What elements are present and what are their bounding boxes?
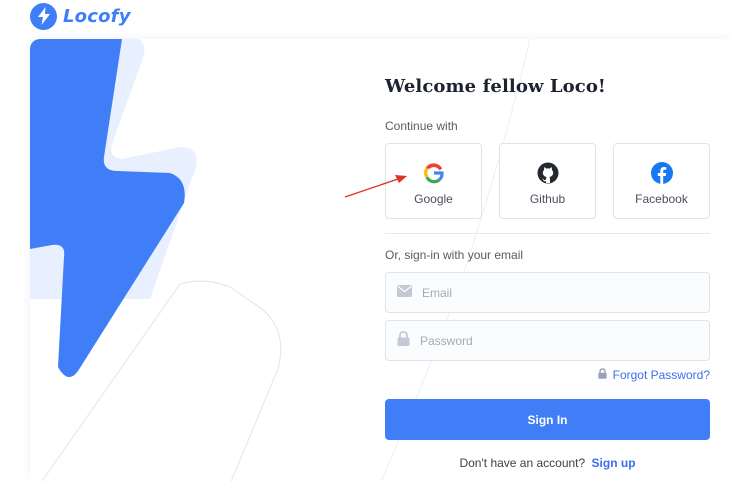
forgot-password-label: Forgot Password? <box>612 368 710 382</box>
facebook-label: Facebook <box>635 192 688 206</box>
facebook-icon <box>650 161 674 185</box>
email-section-label: Or, sign-in with your email <box>385 248 524 262</box>
password-input[interactable] <box>420 333 690 348</box>
sign-in-button[interactable]: Sign In <box>385 399 710 440</box>
github-label: Github <box>529 192 566 206</box>
signup-prompt: Don't have an account? <box>459 456 586 470</box>
page-title: Welcome fellow Loco! <box>385 76 606 97</box>
lock-icon <box>397 330 410 351</box>
email-field[interactable] <box>385 272 710 313</box>
github-signin-button[interactable]: Github <box>499 143 596 219</box>
google-label: Google <box>414 192 453 206</box>
facebook-signin-button[interactable]: Facebook <box>613 143 710 219</box>
forgot-password-link[interactable]: Forgot Password? <box>597 368 710 382</box>
bolt-logo-icon <box>30 2 57 30</box>
github-icon <box>536 161 560 185</box>
brand[interactable]: Locofy <box>30 2 131 30</box>
email-input[interactable] <box>422 285 692 300</box>
lock-icon <box>597 368 607 382</box>
annotation-arrow-icon <box>344 175 407 198</box>
google-icon <box>422 161 446 185</box>
signup-row: Don't have an account? Sign up <box>385 456 710 470</box>
mail-icon <box>397 284 412 302</box>
brand-name: Locofy <box>63 5 131 27</box>
sign-up-link[interactable]: Sign up <box>592 456 636 470</box>
continue-with-label: Continue with <box>385 119 458 133</box>
password-field[interactable] <box>385 320 710 361</box>
section-divider <box>385 233 710 234</box>
